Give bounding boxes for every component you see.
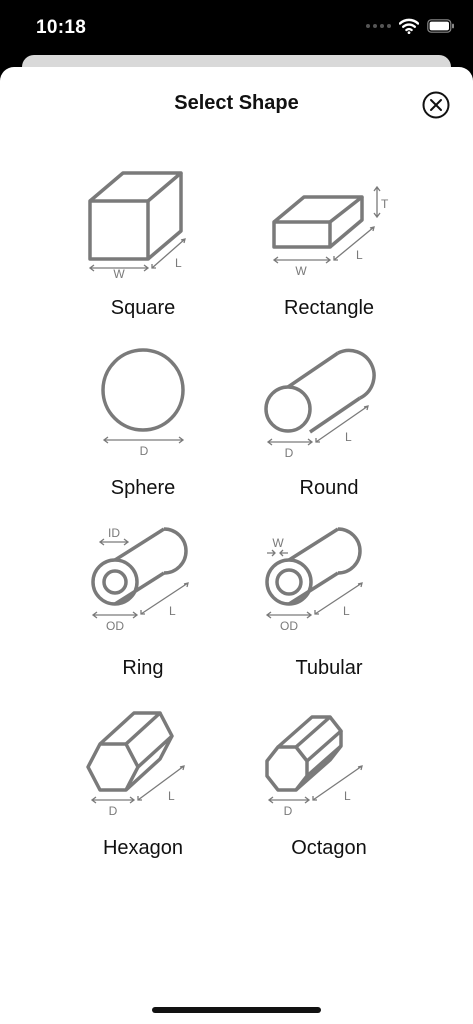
tubular-icon: W OD L [265,527,363,633]
shape-label-round: Round [299,477,359,499]
close-button[interactable] [421,90,451,120]
dimension-label: T [381,197,389,211]
shape-label-rectangle: Rectangle [283,297,375,319]
shape-label-tubular: Tubular [295,657,363,679]
shape-tile-sphere[interactable]: D Sphere [50,347,236,527]
dimension-label: D [285,446,294,459]
square-icon: W L [88,171,186,279]
wifi-icon [399,18,419,34]
dimension-label: W [295,264,307,278]
sphere-icon: D [101,348,185,458]
shape-tile-octagon[interactable]: D L Octagon [236,707,422,887]
status-time: 10:18 [36,17,87,38]
status-icons [366,18,455,34]
select-shape-sheet: Select Shape W L Square W L T Rectangle … [0,67,473,1024]
octagon-icon: D L [265,715,363,818]
shape-tile-tubular[interactable]: W OD L Tubular [236,527,422,707]
shape-grid: W L Square W L T Rectangle D Sphere D L … [50,167,423,887]
dimension-label: L [356,248,363,262]
rectangle-icon: W L T [272,185,389,278]
dimension-label: L [169,604,176,618]
shape-label-hexagon: Hexagon [102,837,184,859]
ring-icon: ID OD L [91,527,189,633]
dimension-label: L [345,430,352,444]
shape-label-square: Square [110,297,176,319]
dimension-label: L [175,256,182,270]
dimension-label: OD [280,619,298,633]
shape-tile-ring[interactable]: ID OD L Ring [50,527,236,707]
close-icon [422,91,450,119]
shape-label-octagon: Octagon [291,837,367,859]
home-indicator[interactable] [152,1007,321,1013]
dimension-label: W [272,536,284,550]
dimension-label: OD [106,619,124,633]
shape-label-ring: Ring [122,657,164,679]
dimension-label: D [284,804,293,818]
dimension-label: D [109,804,118,818]
sheet-title: Select Shape [174,92,299,114]
status-bar: 10:18 [0,0,473,58]
shape-tile-square[interactable]: W L Square [50,167,236,347]
shape-tile-hexagon[interactable]: D L Hexagon [50,707,236,887]
dimension-label: L [168,789,175,803]
hexagon-icon: D L [86,711,185,818]
round-icon: D L [264,348,376,459]
battery-icon [427,19,454,33]
dimension-label: L [344,789,351,803]
shape-tile-rectangle[interactable]: W L T Rectangle [236,167,422,347]
signal-icon [366,24,391,28]
shape-tile-round[interactable]: D L Round [236,347,422,527]
shape-label-sphere: Sphere [110,477,176,499]
dimension-label: W [113,267,125,279]
dimension-label: ID [108,527,120,540]
dimension-label: D [140,444,149,458]
dimension-label: L [343,604,350,618]
